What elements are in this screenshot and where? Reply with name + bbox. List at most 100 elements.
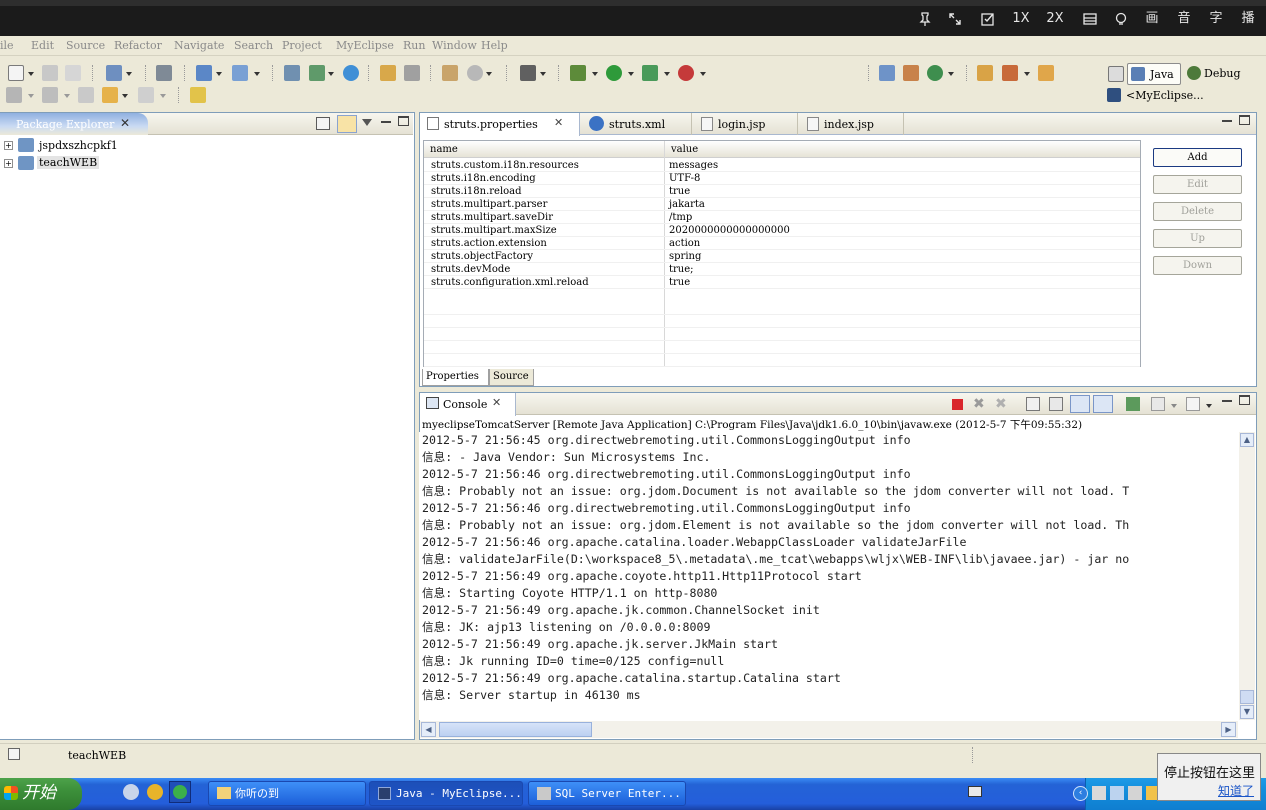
- table-row[interactable]: struts.objectFactory spring: [424, 250, 1140, 263]
- taskbar-item-sql-server[interactable]: SQL Server Enter...: [528, 781, 686, 806]
- speed-1x-button[interactable]: 1X: [1009, 8, 1033, 30]
- taskbar-item-myeclipse[interactable]: Java - MyEclipse...: [369, 781, 523, 806]
- scroll-thumb[interactable]: [1240, 690, 1254, 704]
- tab-struts-xml[interactable]: struts.xml: [584, 113, 692, 135]
- start-button[interactable]: 开始: [0, 778, 82, 810]
- table-row[interactable]: struts.multipart.maxSize 2020000000000000…: [424, 224, 1140, 237]
- scroll-thumb[interactable]: [439, 722, 592, 737]
- refresh-icon[interactable]: [404, 65, 420, 81]
- tab-struts-properties[interactable]: struts.properties ✕: [420, 113, 580, 136]
- new-dropdown-icon[interactable]: [28, 72, 34, 76]
- remove-all-icon[interactable]: ✖: [995, 396, 1007, 412]
- delete-button[interactable]: Delete: [1153, 202, 1242, 221]
- column-header-value[interactable]: value: [665, 141, 1140, 158]
- forward-icon[interactable]: [138, 87, 154, 103]
- menu-refactor[interactable]: Refactor: [114, 39, 162, 52]
- search-icon[interactable]: [232, 65, 248, 81]
- close-icon[interactable]: ✕: [492, 396, 501, 409]
- tab-package-explorer[interactable]: Package Explorer ✕: [0, 113, 148, 135]
- open-type-dropdown-icon[interactable]: [216, 72, 222, 76]
- prev-annotation-dropdown-icon[interactable]: [64, 94, 70, 98]
- pin-editor-icon[interactable]: [190, 87, 206, 103]
- new-ejb-icon[interactable]: [903, 65, 919, 81]
- maximize-icon[interactable]: [398, 116, 409, 126]
- next-annotation-dropdown-icon[interactable]: [28, 94, 34, 98]
- camera-dropdown-icon[interactable]: [540, 72, 546, 76]
- minimize-icon[interactable]: [1222, 120, 1232, 122]
- back-dropdown-icon[interactable]: [122, 94, 128, 98]
- menu-edit[interactable]: Edit: [31, 39, 54, 52]
- speed-2x-button[interactable]: 2X: [1043, 8, 1067, 30]
- balloon-dismiss-link[interactable]: 知道了: [1218, 782, 1254, 799]
- table-row[interactable]: struts.action.extension action: [424, 237, 1140, 250]
- maximize-icon[interactable]: [1239, 115, 1250, 125]
- picture-button[interactable]: 画: [1141, 8, 1163, 30]
- close-icon[interactable]: ✕: [120, 116, 130, 130]
- tray-network-icon[interactable]: [1092, 786, 1106, 800]
- add-button[interactable]: Add: [1153, 148, 1242, 167]
- run-external-icon[interactable]: [642, 65, 658, 81]
- print-icon[interactable]: [65, 65, 81, 81]
- open-type-icon[interactable]: [196, 65, 212, 81]
- tree-item-project-selected[interactable]: teachWEB: [37, 156, 100, 169]
- scroll-right-icon[interactable]: ▶: [1221, 722, 1236, 737]
- perspective-debug-button[interactable]: Debug: [1186, 63, 1244, 85]
- stop-server-icon[interactable]: [678, 65, 694, 81]
- tab-login-jsp[interactable]: login.jsp: [696, 113, 798, 135]
- menu-myeclipse[interactable]: MyEclipse: [336, 39, 394, 52]
- quicklaunch-app-icon[interactable]: [147, 784, 163, 800]
- clear-console-icon[interactable]: [1026, 397, 1040, 411]
- stop-server-dropdown-icon[interactable]: [700, 72, 706, 76]
- minimize-icon[interactable]: [381, 121, 391, 123]
- display-console-icon[interactable]: [1151, 397, 1165, 411]
- last-edit-icon[interactable]: [78, 87, 94, 103]
- keyboard-icon[interactable]: [968, 786, 982, 797]
- table-row[interactable]: struts.custom.i18n.resources messages: [424, 159, 1140, 172]
- scroll-up-icon[interactable]: ▲: [1240, 433, 1254, 447]
- hierarchy-icon[interactable]: [284, 65, 300, 81]
- table-row[interactable]: struts.multipart.parser jakarta: [424, 198, 1140, 211]
- new-icon[interactable]: [8, 65, 24, 81]
- link-with-editor-icon[interactable]: [337, 115, 357, 133]
- taskbar-item-folder[interactable]: 你听の到: [208, 781, 366, 806]
- server-icon[interactable]: [156, 65, 172, 81]
- menu-help[interactable]: Help: [481, 39, 508, 52]
- pin-icon[interactable]: [914, 8, 936, 30]
- console-horizontal-scrollbar[interactable]: ◀ ▶: [420, 721, 1238, 738]
- edit-check-icon[interactable]: [977, 8, 999, 30]
- table-row[interactable]: struts.i18n.encoding UTF-8: [424, 172, 1140, 185]
- package-icon[interactable]: [442, 65, 458, 81]
- deploy-icon[interactable]: [106, 65, 122, 81]
- debug-dropdown-icon[interactable]: [592, 72, 598, 76]
- play-button[interactable]: 播: [1237, 8, 1259, 30]
- web-service-icon[interactable]: [927, 65, 943, 81]
- tray-expand-icon[interactable]: ‹: [1073, 786, 1088, 801]
- open-perspective-icon[interactable]: [1108, 66, 1124, 82]
- tab-index-jsp[interactable]: index.jsp: [802, 113, 904, 135]
- open-folder-icon[interactable]: [380, 65, 396, 81]
- camera-icon[interactable]: [520, 65, 536, 81]
- new-server-icon[interactable]: [309, 65, 325, 81]
- run-external-dropdown-icon[interactable]: [664, 72, 670, 76]
- search-dropdown-icon[interactable]: [254, 72, 260, 76]
- run-dropdown-icon[interactable]: [628, 72, 634, 76]
- show-on-output-icon[interactable]: [1070, 395, 1090, 413]
- tab-console[interactable]: Console ✕: [420, 393, 516, 416]
- debug-icon[interactable]: [570, 65, 586, 81]
- table-row[interactable]: struts.i18n.reload true: [424, 185, 1140, 198]
- deploy-dropdown-icon[interactable]: [126, 72, 132, 76]
- tray-device-icon[interactable]: [1128, 786, 1142, 800]
- collapse-all-icon[interactable]: [316, 117, 330, 130]
- open-project-icon[interactable]: [977, 65, 993, 81]
- new-server-dropdown-icon[interactable]: [328, 72, 334, 76]
- prev-annotation-icon[interactable]: [42, 87, 58, 103]
- view-menu-icon[interactable]: [362, 119, 372, 126]
- save-icon[interactable]: [42, 65, 58, 81]
- run-icon[interactable]: [606, 65, 622, 81]
- subtitle-button[interactable]: 字: [1205, 8, 1227, 30]
- scroll-lock-icon[interactable]: [1049, 397, 1063, 411]
- show-on-error-icon[interactable]: [1093, 395, 1113, 413]
- gear-dropdown-icon[interactable]: [486, 72, 492, 76]
- tab-source-view[interactable]: Source: [489, 369, 534, 386]
- next-annotation-icon[interactable]: [6, 87, 22, 103]
